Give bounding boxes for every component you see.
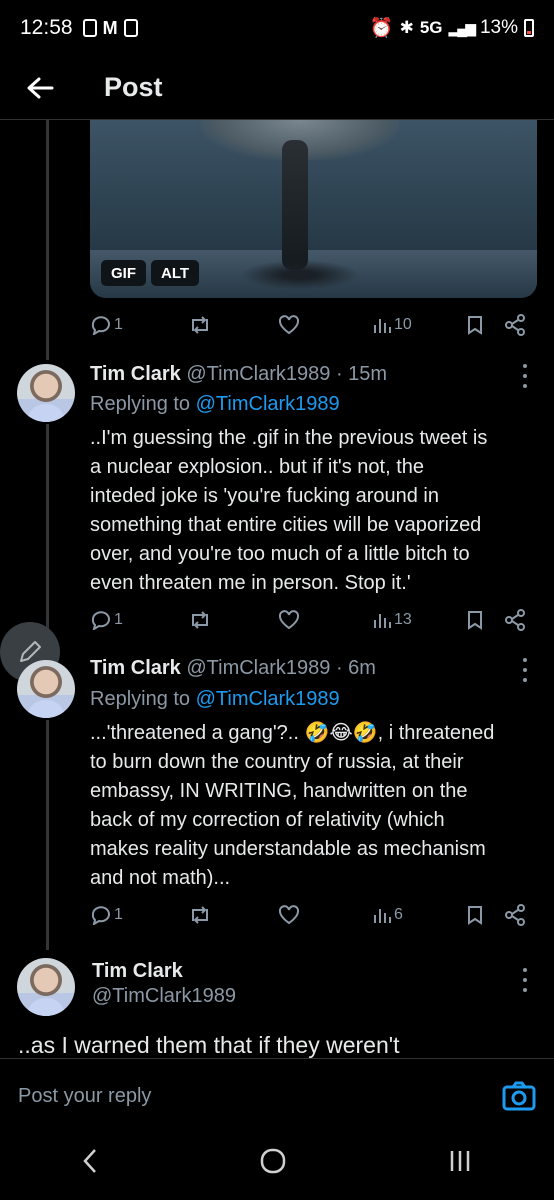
bookmark-icon (468, 611, 482, 630)
share-button[interactable] (504, 609, 526, 631)
bookmark-icon (468, 906, 482, 925)
avatar[interactable] (17, 660, 75, 718)
views-button[interactable]: 6 (372, 905, 403, 925)
bluetooth-icon: ✱ (399, 18, 414, 37)
replying-to-handle[interactable]: @TimClark1989 (196, 688, 340, 710)
battery-icon (524, 19, 534, 37)
share-button[interactable] (504, 314, 526, 336)
reply-button[interactable]: 1 (90, 315, 123, 335)
author-handle[interactable]: @TimClark1989 (92, 985, 236, 1008)
nav-back-button[interactable] (80, 1147, 100, 1180)
bookmark-button[interactable] (466, 610, 484, 630)
tweet-text: ...'threatened a gang'?.. 🤣😂🤣, i threate… (90, 722, 495, 889)
views-count: 13 (394, 611, 412, 628)
reply-count: 1 (114, 611, 123, 628)
camera-icon (502, 1081, 536, 1111)
share-button[interactable] (504, 904, 526, 926)
system-nav-bar (0, 1126, 554, 1200)
tweet-time: · 15m (335, 363, 388, 385)
share-icon (505, 609, 525, 631)
page-title: Post (104, 72, 163, 102)
app-bar: Post (0, 56, 554, 120)
avatar[interactable] (17, 364, 75, 422)
bookmark-button[interactable] (466, 905, 484, 925)
heart-icon (278, 315, 300, 335)
replying-to-handle[interactable]: @TimClark1989 (196, 393, 340, 415)
heart-icon (278, 905, 300, 925)
author-handle[interactable]: @TimClark1989 (186, 363, 330, 385)
like-button[interactable] (278, 610, 300, 630)
signal-icon: ▂▄▆ (448, 19, 476, 36)
reply-bar: Post your reply (0, 1058, 554, 1126)
reply-button[interactable]: 1 (90, 610, 123, 630)
image-icon (123, 19, 138, 37)
camera-button[interactable] (502, 1081, 536, 1116)
author-name[interactable]: Tim Clark (92, 960, 236, 983)
bookmark-icon (468, 316, 482, 335)
home-circle-icon (260, 1148, 286, 1173)
thread-line (46, 424, 49, 654)
author-name[interactable]: Tim Clark (90, 657, 181, 679)
repost-button[interactable] (188, 315, 212, 335)
tweet-text: ..I'm guessing the .gif in the previous … (90, 427, 488, 594)
back-button[interactable] (0, 56, 80, 120)
tweet-actions: 1 6 (90, 900, 530, 930)
views-count: 6 (394, 906, 403, 923)
share-icon (505, 314, 525, 336)
author-handle[interactable]: @TimClark1989 (186, 657, 330, 679)
reply-count: 1 (114, 316, 123, 333)
gif-badge: GIF (101, 260, 146, 286)
more-options-button[interactable] (518, 968, 532, 992)
bookmark-button[interactable] (466, 315, 484, 335)
thread-line (46, 720, 49, 950)
nav-home-button[interactable] (259, 1147, 287, 1180)
status-bar: 12:58 M ⏰ ✱ 5G ▂▄▆ 13% (0, 0, 554, 56)
more-options-button[interactable] (518, 364, 532, 388)
thread-line (46, 120, 49, 360)
repost-icon (192, 316, 208, 334)
reply-button[interactable]: 1 (90, 905, 123, 925)
views-button[interactable]: 13 (372, 610, 412, 630)
tweet-actions: 1 13 (90, 605, 530, 635)
alarm-icon: ⏰ (369, 18, 394, 39)
recents-icon (451, 1150, 470, 1171)
like-button[interactable] (278, 905, 300, 925)
replying-to-label: Replying to (90, 688, 196, 710)
battery-label: 13% (479, 17, 518, 38)
reply-count: 1 (114, 906, 123, 923)
avatar[interactable] (17, 958, 75, 1016)
nav-recents-button[interactable] (446, 1147, 474, 1180)
views-count: 10 (394, 316, 412, 333)
share-icon (505, 904, 525, 926)
gmail-icon: M (102, 17, 118, 38)
views-button[interactable]: 10 (372, 315, 412, 335)
views-icon (374, 909, 391, 923)
author-name[interactable]: Tim Clark (90, 363, 181, 385)
notification-icon (82, 19, 97, 37)
repost-icon (192, 906, 208, 924)
reply-icon (91, 611, 110, 630)
repost-icon (192, 611, 208, 629)
status-time: 12:58 (20, 16, 73, 39)
tweet-time: · 6m (335, 657, 376, 679)
tweet-actions: 1 10 (90, 310, 530, 340)
tweet-text: ..as I warned them that if they weren't (18, 1032, 400, 1058)
repost-button[interactable] (188, 610, 212, 630)
arrow-left-icon (27, 77, 54, 98)
more-options-button[interactable] (518, 658, 532, 682)
reply-icon (91, 906, 110, 925)
network-label: 5G (419, 18, 443, 37)
like-button[interactable] (278, 315, 300, 335)
views-icon (374, 319, 391, 333)
views-icon (374, 614, 391, 628)
repost-button[interactable] (188, 905, 212, 925)
chevron-left-icon (82, 1148, 96, 1173)
heart-icon (278, 610, 300, 630)
alt-badge[interactable]: ALT (151, 260, 200, 286)
reply-input[interactable]: Post your reply (18, 1085, 151, 1108)
replying-to-label: Replying to (90, 393, 196, 415)
reply-icon (91, 316, 110, 335)
